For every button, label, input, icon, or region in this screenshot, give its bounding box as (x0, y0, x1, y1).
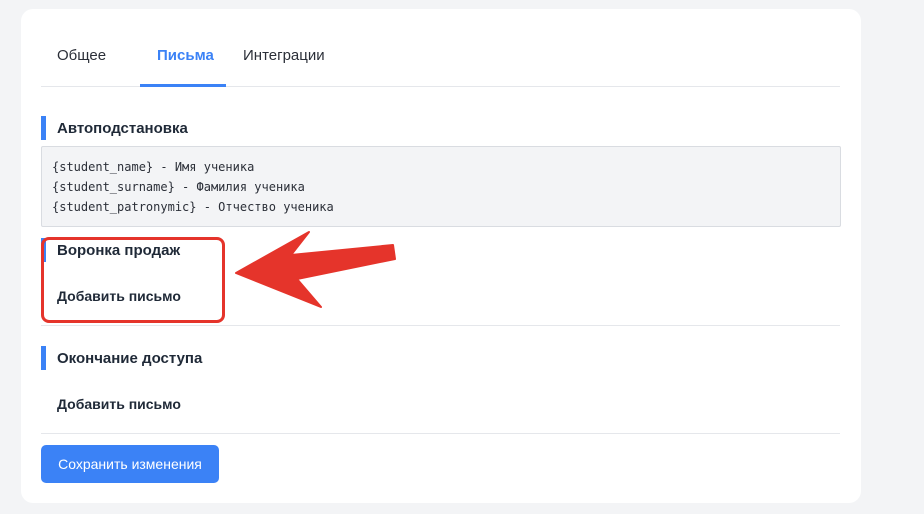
section-accent-bar (41, 238, 46, 262)
section-divider (41, 325, 840, 326)
section-accent-bar (41, 346, 46, 370)
sales-funnel-section-title: Воронка продаж (41, 238, 180, 262)
autosubstitution-section-title: Автоподстановка (41, 116, 188, 140)
save-changes-button[interactable]: Сохранить изменения (41, 445, 219, 483)
variable-line: {student_surname} - Фамилия ученика (52, 180, 305, 194)
variable-line: {student_name} - Имя ученика (52, 160, 255, 174)
arrow-left-icon (235, 231, 396, 308)
autosubstitution-variables-box: {student_name} - Имя ученика {student_su… (41, 146, 841, 227)
tab-letters[interactable]: Письма (157, 47, 214, 64)
settings-card: Общее Письма Интеграции Автоподстановка … (21, 9, 861, 503)
section-divider (41, 433, 840, 434)
sales-funnel-add-letter-button[interactable]: Добавить письмо (57, 288, 181, 304)
variable-line: {student_patronymic} - Отчество ученика (52, 200, 334, 214)
access-end-title-text: Окончание доступа (57, 349, 203, 367)
access-end-add-letter-button[interactable]: Добавить письмо (57, 396, 181, 412)
access-end-section-title: Окончание доступа (41, 346, 202, 370)
tab-integrations[interactable]: Интеграции (243, 47, 325, 64)
tab-general[interactable]: Общее (57, 47, 106, 64)
active-tab-indicator (140, 84, 226, 87)
autosubstitution-title-text: Автоподстановка (57, 119, 188, 137)
tab-bar: Общее Письма Интеграции (41, 9, 840, 87)
section-accent-bar (41, 116, 46, 140)
sales-funnel-title-text: Воронка продаж (57, 241, 181, 259)
